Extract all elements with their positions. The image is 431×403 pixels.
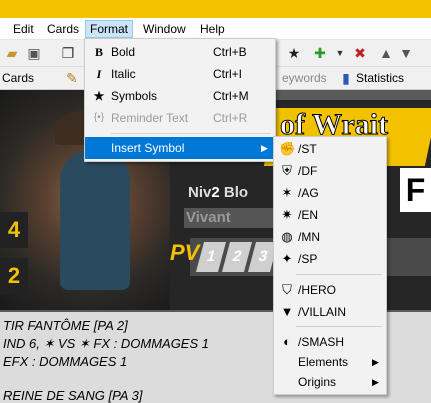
symbol-item-df[interactable]: ⛨ /DF <box>274 160 386 182</box>
menu-separator <box>111 133 271 134</box>
energy-icon: ✷ <box>281 207 293 222</box>
submenu-arrow-icon: ▶ <box>372 357 379 367</box>
card-down-icon[interactable]: ▼ <box>398 45 414 61</box>
format-menu: B Bold Ctrl+B I Italic Ctrl+I ★ Symbols … <box>84 38 276 162</box>
symbol-label: /ST <box>298 142 317 156</box>
symbol-label: /DF <box>298 164 318 178</box>
stat-number: 4 <box>0 212 28 248</box>
symbol-item-hero[interactable]: ⛉ /HERO <box>274 279 386 301</box>
villain-icon: ▼ <box>280 304 294 319</box>
menu-cards[interactable]: Cards <box>43 21 83 37</box>
remove-card-icon[interactable]: ✖ <box>352 45 368 61</box>
stat-number: 2 <box>0 258 28 294</box>
menu-item-shortcut: Ctrl+I <box>213 67 243 81</box>
submenu-arrow-icon: ▶ <box>372 377 379 387</box>
speed-icon: ✦ <box>281 251 293 266</box>
symbol-label: /AG <box>298 186 319 200</box>
niv-value: 2 <box>211 184 220 201</box>
faction-letter: F <box>400 168 431 212</box>
symbol-label: /VILLAIN <box>298 305 347 319</box>
submenu-arrow-icon: ▶ <box>261 143 268 153</box>
smash-icon: ◐ <box>283 334 291 349</box>
open-folder-icon[interactable]: ▰ <box>4 45 20 61</box>
copy-icon[interactable]: ❐ <box>60 45 76 61</box>
submenu-origins[interactable]: Origins ▶ <box>274 371 386 393</box>
card-image-figure <box>60 150 130 290</box>
card-up-icon[interactable]: ▲ <box>378 45 394 61</box>
menu-item-italic[interactable]: I Italic Ctrl+I <box>85 63 275 85</box>
symbol-item-mn[interactable]: ◍ /MN <box>274 226 386 248</box>
level-label: Niv2 Blo <box>188 184 248 201</box>
menu-window[interactable]: Window <box>139 21 190 37</box>
pen-icon[interactable]: ✎ <box>64 70 80 86</box>
submenu-separator <box>296 326 382 327</box>
card-text-line: Reine de sang [PA 3] <box>3 388 143 403</box>
menu-item-shortcut: Ctrl+M <box>213 89 249 103</box>
symbol-item-en[interactable]: ✷ /EN <box>274 204 386 226</box>
submenu-separator <box>296 274 382 275</box>
symbol-label: /HERO <box>298 283 337 297</box>
menu-bar: Edit Cards Format Window Help <box>0 18 431 40</box>
symbol-item-sp[interactable]: ✦ /SP <box>274 248 386 270</box>
dropdown-arrow-icon[interactable]: ▼ <box>332 45 348 61</box>
agility-icon: ✶ <box>281 185 293 200</box>
symbol-label: Elements <box>298 355 349 369</box>
menu-item-label: Insert Symbol <box>111 141 185 155</box>
niv-label: Niv <box>188 184 212 201</box>
blo-label: Blo <box>223 184 249 201</box>
menu-edit[interactable]: Edit <box>9 21 38 37</box>
card-text-line: EFX : Dommages 1 <box>3 354 128 369</box>
insert-symbol-submenu: ✊ /ST ⛨ /DF ✶ /AG ✷ /EN ◍ /MN ✦ /SP ⛉ /H… <box>273 136 387 395</box>
menu-item-insert-symbol[interactable]: Insert Symbol ▶ <box>85 137 275 159</box>
card-text-line: IND 6, ✶ vs ✶ FX : Dommages 1 <box>3 336 209 351</box>
pv-label: PV <box>170 240 200 265</box>
menu-item-label: Symbols <box>111 89 158 103</box>
add-card-icon[interactable]: ✚ <box>312 45 328 61</box>
menu-item-label: Italic <box>111 67 136 81</box>
symbol-item-smash[interactable]: ◐ /SMASH <box>274 331 386 353</box>
menu-item-label: Reminder Text <box>111 111 189 125</box>
keywords-tab[interactable]: eywords <box>282 71 327 85</box>
menu-item-shortcut: Ctrl+B <box>213 45 247 59</box>
title-strip <box>0 0 431 18</box>
star-icon[interactable]: ★ <box>286 45 302 61</box>
fist-icon: ✊ <box>279 141 296 156</box>
symbol-label: Origins <box>298 375 337 389</box>
shield-icon: ⛨ <box>282 163 292 178</box>
cards-tab[interactable]: Cards <box>2 71 34 85</box>
statistics-tab[interactable]: Statistics <box>356 71 404 85</box>
menu-item-reminder-text: {•} Reminder Text Ctrl+R <box>85 107 275 129</box>
card-text-line: Tir fantôme [PA 2] <box>3 318 128 333</box>
menu-item-bold[interactable]: B Bold Ctrl+B <box>85 41 275 63</box>
bold-icon: B <box>94 45 103 59</box>
menu-item-label: Bold <box>111 45 136 59</box>
symbol-item-ag[interactable]: ✶ /AG <box>274 182 386 204</box>
symbol-label: /SP <box>298 252 318 266</box>
save-icon[interactable]: ▣ <box>26 45 42 61</box>
symbol-item-villain[interactable]: ▼ /VILLAIN <box>274 301 386 323</box>
symbol-label: /SMASH <box>298 335 345 349</box>
symbol-label: /EN <box>298 208 319 222</box>
symbol-item-st[interactable]: ✊ /ST <box>274 138 386 160</box>
submenu-elements[interactable]: Elements ▶ <box>274 351 386 373</box>
mind-icon: ◍ <box>281 229 293 244</box>
status-field: Vivant <box>184 208 286 228</box>
symbol-label: /MN <box>298 230 320 244</box>
menu-help[interactable]: Help <box>196 21 229 37</box>
reminder-text-icon: {•} <box>93 112 105 123</box>
menu-format[interactable]: Format <box>85 20 134 38</box>
menu-item-symbols[interactable]: ★ Symbols Ctrl+M <box>85 85 275 107</box>
menu-item-shortcut: Ctrl+R <box>213 111 248 125</box>
hero-icon: ⛉ <box>282 282 292 297</box>
italic-icon: I <box>96 67 102 81</box>
statistics-icon: ▮ <box>342 70 350 86</box>
star-icon: ★ <box>93 89 105 103</box>
